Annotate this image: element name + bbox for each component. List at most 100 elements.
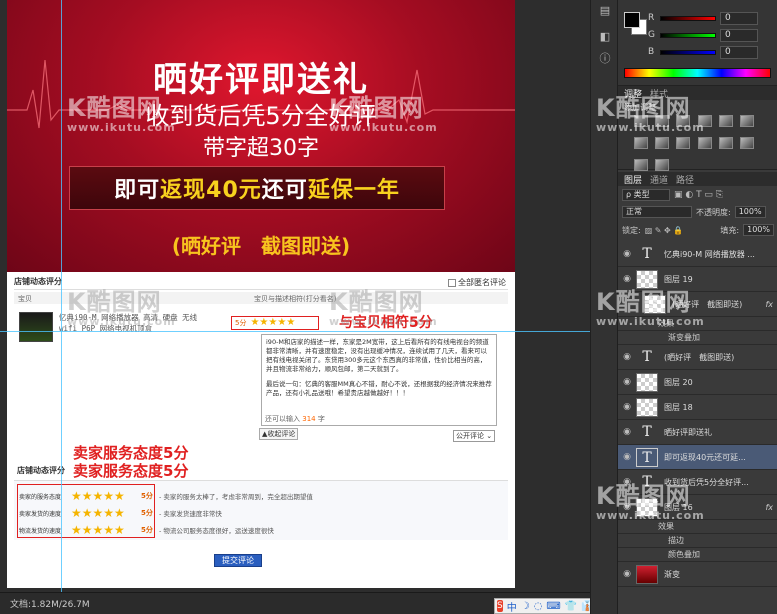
- effect-item-row[interactable]: 描边: [618, 534, 777, 548]
- exposure-icon[interactable]: [697, 115, 712, 127]
- collapse-review-button[interactable]: ▲收起评论: [259, 428, 299, 440]
- ime-chinese-icon[interactable]: 中: [507, 599, 517, 614]
- eye-icon[interactable]: ◉: [618, 249, 636, 259]
- anon-review-option[interactable]: 全部匿名评论: [448, 277, 506, 288]
- tab-channels[interactable]: 通道: [650, 173, 668, 186]
- blend-mode-select[interactable]: 正常: [622, 206, 692, 218]
- lock-icons[interactable]: ▨ ✎ ✥ 🔒: [645, 226, 684, 235]
- colorbalance-icon[interactable]: [634, 137, 648, 149]
- document-canvas[interactable]: 晒好评即送礼 收到货后凭5分全好评 带字超30字 即可 返现40元 还可 延保一…: [7, 0, 515, 588]
- shop-row-desc: - 物流公司服务态度很好，运送速度很快: [159, 527, 274, 535]
- effects-row[interactable]: 效果: [618, 520, 777, 534]
- annotation-service-1: 卖家服务态度5分: [73, 444, 189, 462]
- eye-icon[interactable]: ◉: [618, 477, 636, 487]
- eye-icon[interactable]: ◉: [618, 352, 636, 362]
- doc-size[interactable]: 文档:1.82M/26.7M: [10, 597, 90, 610]
- info-icon[interactable]: ⓘ: [597, 52, 613, 66]
- dot-icon[interactable]: ◌: [534, 601, 543, 612]
- document-workspace[interactable]: 晒好评即送礼 收到货后凭5分全好评 带字超30字 即可 返现40元 还可 延保一…: [0, 0, 590, 592]
- curves-icon[interactable]: [676, 115, 691, 127]
- channel-value[interactable]: 0: [720, 11, 758, 25]
- tab-paths[interactable]: 路径: [676, 173, 694, 186]
- fill-label: 填充:: [720, 225, 740, 235]
- layer-name[interactable]: 忆典i90-M 网络播放器 ...: [664, 249, 755, 260]
- layer-row[interactable]: ◉ 图层 19: [618, 267, 777, 292]
- layer-name[interactable]: 图层 18: [664, 402, 693, 413]
- properties-icon[interactable]: ◧: [597, 30, 613, 44]
- eye-icon[interactable]: ◉: [618, 377, 636, 387]
- banner-bottom-text: (晒好评 截图即送): [171, 234, 351, 258]
- channel-slider[interactable]: [660, 32, 716, 38]
- fx-icon[interactable]: fx: [765, 300, 773, 309]
- posterize-icon[interactable]: [739, 137, 754, 149]
- layer-name[interactable]: (晒好评 截图即送): [672, 299, 742, 310]
- layer-row[interactable]: ◉ T (晒好评 截图即送): [618, 345, 777, 370]
- layer-row[interactable]: ◉ 图层 18: [618, 395, 777, 420]
- eye-icon[interactable]: ◉: [618, 427, 636, 437]
- color-spectrum[interactable]: [624, 68, 771, 78]
- layer-name[interactable]: (晒好评 截图即送): [664, 352, 734, 363]
- layer-name[interactable]: 晒好评即送礼: [664, 427, 712, 438]
- layer-name[interactable]: 渐变: [664, 569, 680, 580]
- review-textarea[interactable]: i90-M和店家的描述一样，东家是2M宽带，这上后看所有的有线电视台的频道都非常…: [261, 334, 497, 426]
- foreground-swatch[interactable]: [624, 12, 640, 28]
- channel-slider[interactable]: [660, 15, 716, 21]
- layer-name[interactable]: 图层 16: [664, 502, 693, 513]
- keyboard-icon[interactable]: ⌨: [546, 601, 560, 612]
- layer-row-selected[interactable]: ◉ T 即可返现40元还可延...: [618, 445, 777, 470]
- effect-item-row[interactable]: 颜色叠加: [618, 548, 777, 562]
- effects-row[interactable]: 效果: [618, 317, 777, 331]
- score-stars[interactable]: ★★★★★: [250, 318, 295, 328]
- layer-row[interactable]: ◉ 图层 16 fx: [618, 495, 777, 520]
- opacity-value[interactable]: 100%: [734, 206, 766, 218]
- fx-icon[interactable]: fx: [765, 503, 773, 512]
- eye-icon[interactable]: ◉: [618, 274, 636, 284]
- tab-layers[interactable]: 图层: [624, 173, 642, 186]
- layer-name[interactable]: 图层 20: [664, 377, 693, 388]
- vibrance-icon[interactable]: [718, 115, 733, 127]
- submit-review-button[interactable]: 提交评论: [214, 554, 262, 567]
- shop-row-desc: - 卖家的服务太棒了，考虑非常周到，完全超出期望值: [159, 493, 313, 501]
- eye-icon[interactable]: ◉: [618, 452, 636, 462]
- vertical-guide[interactable]: [61, 0, 62, 592]
- public-review-select[interactable]: 公开评论 ⌄: [453, 430, 496, 442]
- shirt-icon[interactable]: 👕: [565, 601, 577, 612]
- anon-checkbox[interactable]: [448, 278, 456, 287]
- channel-slider[interactable]: [660, 49, 716, 55]
- levels-icon[interactable]: [655, 115, 670, 127]
- channelmixer-icon[interactable]: [697, 137, 712, 149]
- layer-name: 描边: [668, 536, 684, 545]
- layer-row[interactable]: ◉ 图层 20: [618, 370, 777, 395]
- layer-filter-select[interactable]: ρ 类型: [622, 189, 670, 201]
- layer-name[interactable]: 即可返现40元还可延...: [664, 452, 746, 463]
- invert-icon[interactable]: [718, 137, 733, 149]
- layer-row[interactable]: (晒好评 截图即送) fx: [618, 292, 777, 317]
- text-layer-icon: T: [642, 245, 652, 262]
- layer-name[interactable]: 收到货后凭5分全好评...: [664, 477, 749, 488]
- layer-row[interactable]: ◉ T 晒好评即送礼: [618, 420, 777, 445]
- tab-adjustments[interactable]: 调整: [624, 87, 642, 100]
- history-icon[interactable]: ▤: [597, 4, 613, 18]
- eye-icon[interactable]: ◉: [618, 569, 636, 579]
- photofilter-icon[interactable]: [676, 137, 691, 149]
- cashback-box: 即可 返现40元 还可 延保一年: [69, 166, 445, 210]
- layer-name[interactable]: 图层 19: [664, 274, 693, 285]
- hue-icon[interactable]: [739, 115, 754, 127]
- brightness-icon[interactable]: [634, 115, 648, 127]
- tab-styles[interactable]: 样式: [650, 87, 668, 100]
- channel-value[interactable]: 0: [720, 28, 758, 42]
- layer-row[interactable]: ◉ T 忆典i90-M 网络播放器 ...: [618, 242, 777, 267]
- layer-row[interactable]: ◉ 渐变: [618, 562, 777, 587]
- channel-value[interactable]: 0: [720, 45, 758, 59]
- moon-icon[interactable]: ☽: [521, 601, 530, 612]
- eye-icon[interactable]: ◉: [618, 402, 636, 412]
- horizontal-guide[interactable]: [0, 331, 590, 332]
- layer-row[interactable]: ◉ T 收到货后凭5分全好评...: [618, 470, 777, 495]
- col-description-match: 宝贝与描述相符(打分看名): [254, 295, 337, 303]
- fill-value[interactable]: 100%: [743, 224, 774, 236]
- effect-item-row[interactable]: 渐变叠加: [618, 331, 777, 345]
- bw-icon[interactable]: [655, 137, 670, 149]
- filter-icons[interactable]: ▣ ◐ T ▭ ⎘: [674, 190, 723, 200]
- eye-icon[interactable]: ◉: [618, 502, 636, 512]
- sogou-icon[interactable]: S: [497, 600, 503, 612]
